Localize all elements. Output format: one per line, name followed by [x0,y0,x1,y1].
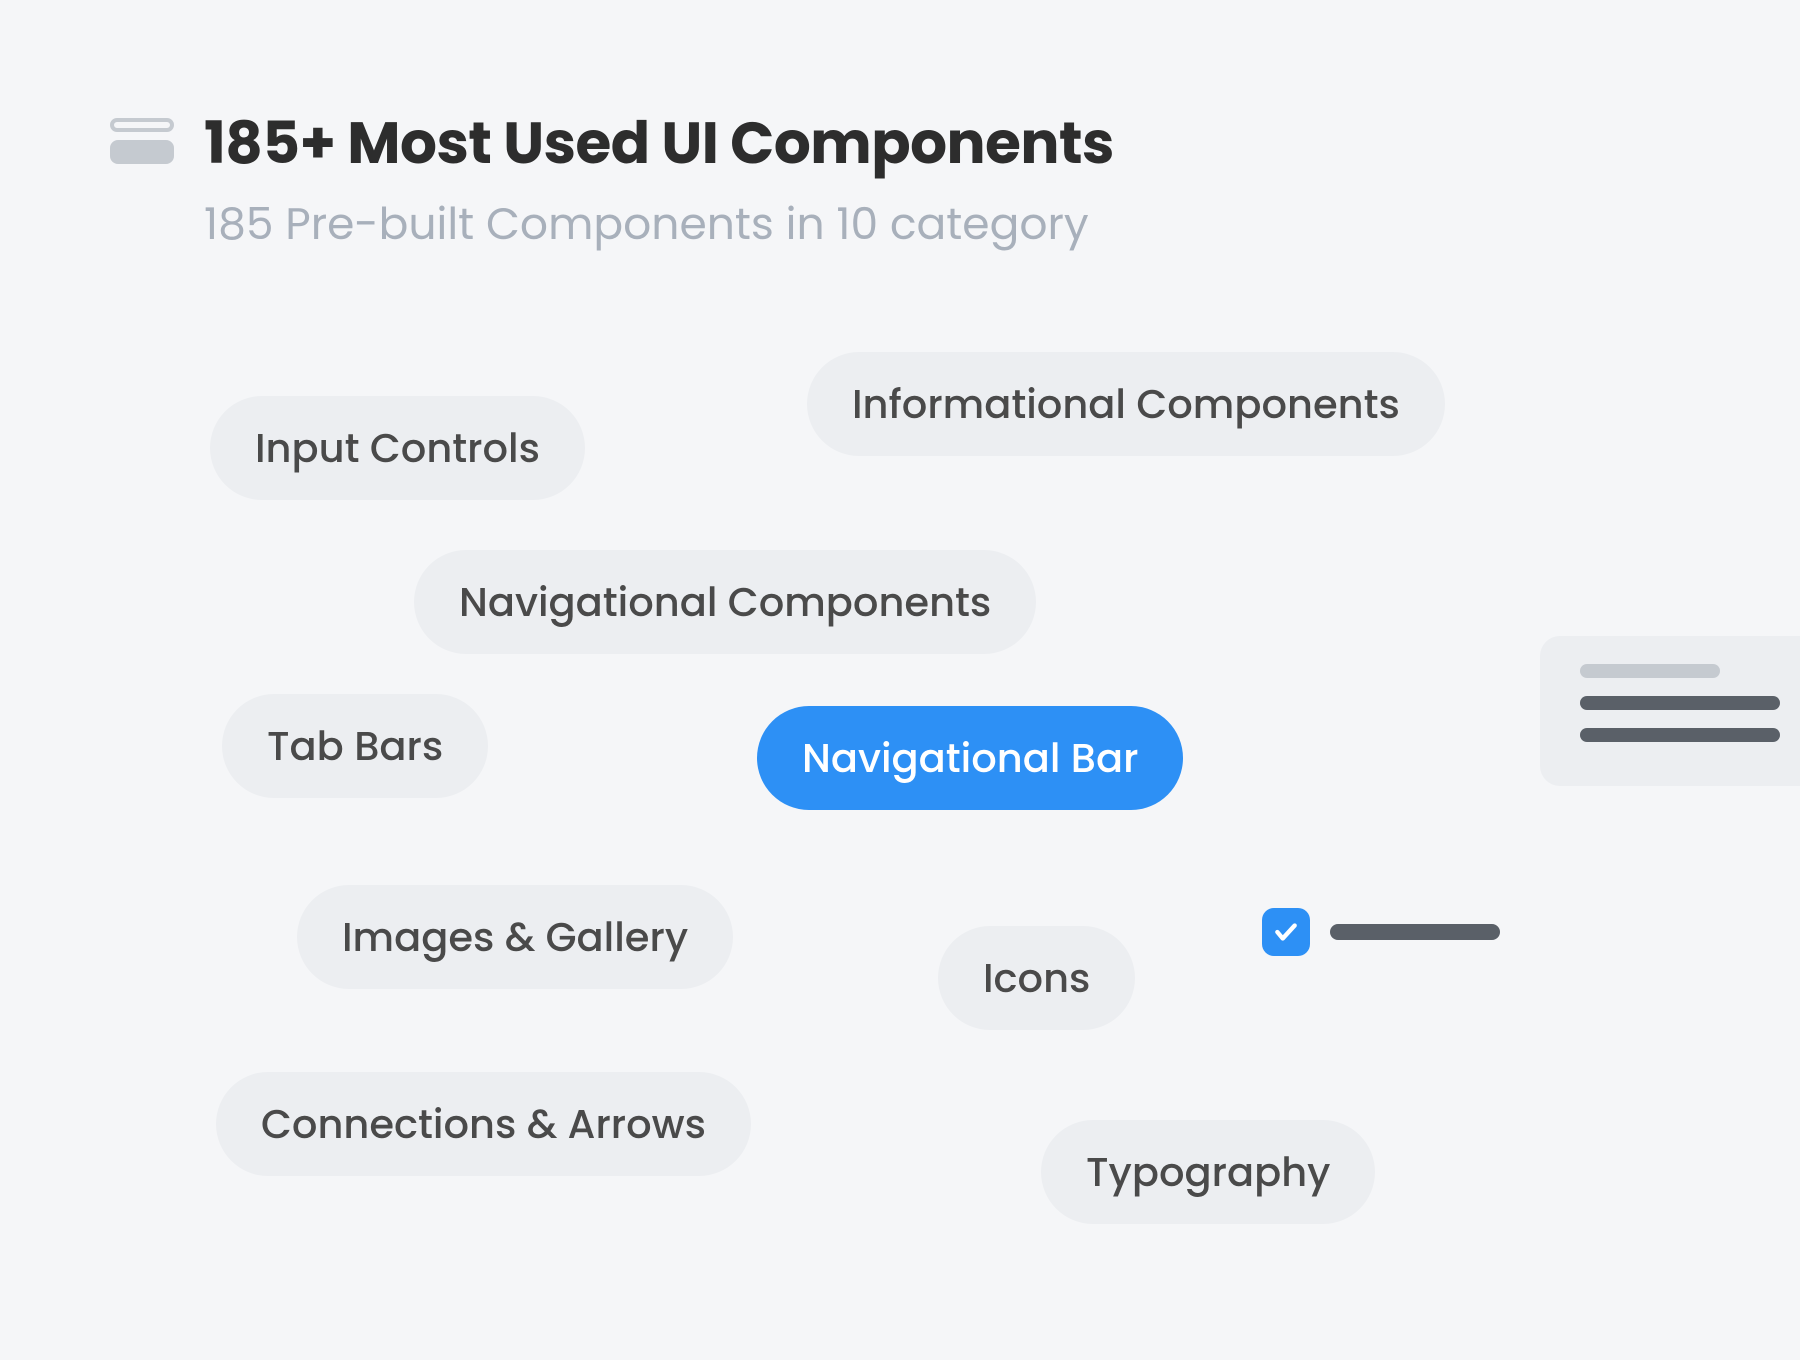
chip-connections-arrows[interactable]: Connections & Arrows [216,1072,751,1176]
chip-navigational-components[interactable]: Navigational Components [414,550,1036,654]
page-subtitle: 185 Pre-built Components in 10 category [204,192,1114,257]
page-title: 185+ Most Used UI Components [204,100,1114,187]
chip-tab-bars[interactable]: Tab Bars [222,694,488,798]
chip-navigational-bar[interactable]: Navigational Bar [757,706,1183,810]
chip-input-controls[interactable]: Input Controls [210,396,585,500]
card-preview-widget [1540,636,1800,786]
page-header: 185+ Most Used UI Components 185 Pre-bui… [110,100,1114,257]
header-icon [110,118,174,174]
chip-images-gallery[interactable]: Images & Gallery [297,885,733,989]
chip-icons[interactable]: Icons [938,926,1135,1030]
checkbox-placeholder-line [1330,924,1500,940]
chip-informational-components[interactable]: Informational Components [807,352,1445,456]
card-placeholder-line [1580,728,1780,742]
card-placeholder-line [1580,664,1720,678]
checkbox-checked-icon [1262,908,1310,956]
card-placeholder-line [1580,696,1780,710]
header-text-block: 185+ Most Used UI Components 185 Pre-bui… [204,100,1114,257]
chip-typography[interactable]: Typography [1041,1120,1375,1224]
checkbox-preview-widget [1262,908,1500,956]
